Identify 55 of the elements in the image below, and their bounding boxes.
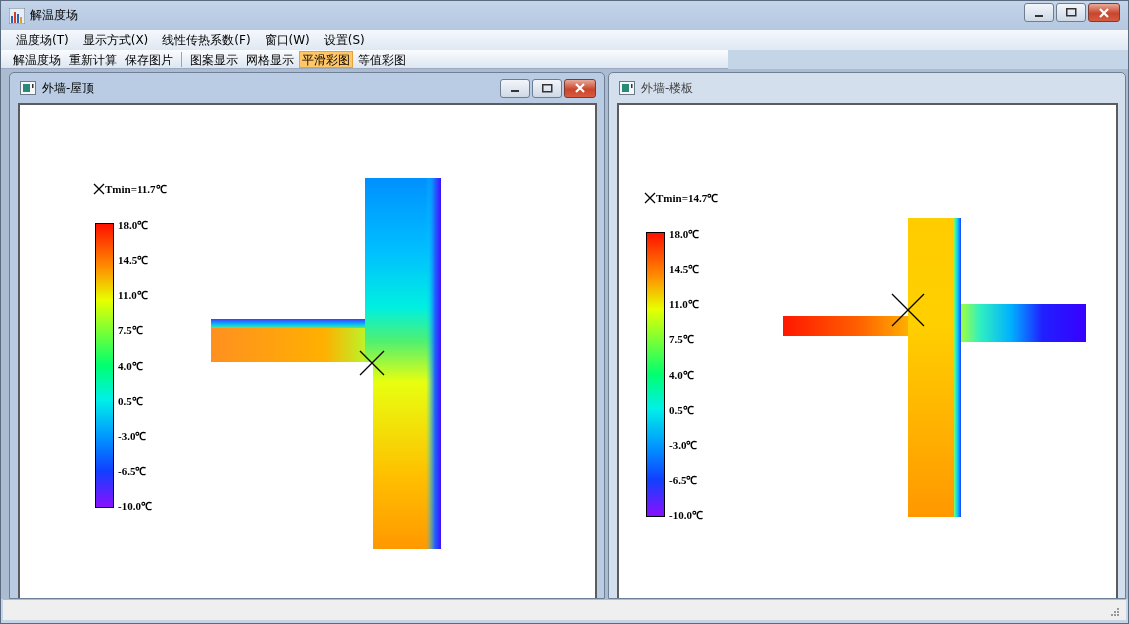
menu-item[interactable]: 温度场(T) [9,29,76,51]
close-icon [575,83,585,93]
minimize-button[interactable] [500,78,530,98]
toolbar-button[interactable]: 网格显示 [243,50,297,68]
toolbar-button[interactable]: 等值彩图 [355,50,409,68]
menu-item[interactable]: 线性传热系数(F) [155,29,258,51]
window-title: 解温度场 [30,7,79,24]
toolbar-button[interactable]: 重新计算 [66,50,120,68]
cross-mark-icon [93,182,105,195]
minimize-icon [1035,14,1043,17]
close-button[interactable] [564,78,596,98]
document-title: 外墙-楼板 [641,79,695,97]
menu-item[interactable]: 设置(S) [316,29,372,51]
document-icon [619,81,635,95]
scale-label: 7.5℃ [118,323,144,338]
scale-label: 14.5℃ [118,253,150,268]
scale-label: -10.0℃ [669,508,703,522]
maximize-icon [541,83,553,93]
toolbar-button[interactable]: 解温度场 [10,50,64,68]
cross-mark-icon [891,293,925,327]
scale-label: 4.0℃ [669,367,695,382]
minimize-button[interactable] [1024,3,1054,22]
document-title: 外墙-屋顶 [42,79,96,97]
scale-label: 11.0℃ [118,288,149,303]
scale-label: 4.0℃ [118,358,144,373]
scale-label: 0.5℃ [118,393,144,408]
toolbar-button[interactable]: 保存图片 [122,50,176,68]
scale-label: -3.0℃ [118,428,148,443]
close-button[interactable] [1088,3,1120,22]
minimum-temperature-label: Tmin=14.7℃ [656,191,719,205]
scale-label: -10.0℃ [118,499,152,513]
toolbar-button[interactable]: 平滑彩图 [299,50,353,68]
app-icon [9,7,25,24]
scale-label: 18.0℃ [118,218,150,232]
scale-label: -3.0℃ [669,437,699,452]
menu-item[interactable]: 显示方式(X) [75,29,156,51]
cross-mark-icon [359,350,385,376]
minimum-temperature-label: Tmin=11.7℃ [105,182,167,196]
scale-label: 14.5℃ [669,262,701,277]
resize-grip-icon[interactable] [1110,607,1120,617]
cross-mark-icon [644,191,656,204]
scale-label: 0.5℃ [669,402,695,417]
maximize-icon [1065,8,1077,17]
menu-item[interactable]: 窗口(W) [257,29,317,51]
close-icon [1099,7,1109,18]
document-icon [20,81,36,95]
scale-label: -6.5℃ [669,472,699,487]
scale-label: 18.0℃ [669,227,701,241]
maximize-button[interactable] [1056,3,1086,22]
maximize-button[interactable] [532,78,562,98]
minimize-icon [511,90,519,92]
scale-label: 7.5℃ [669,332,695,347]
scale-label: -6.5℃ [118,463,148,478]
toolbar-button[interactable]: 图案显示 [187,50,241,68]
scale-label: 11.0℃ [669,297,700,312]
